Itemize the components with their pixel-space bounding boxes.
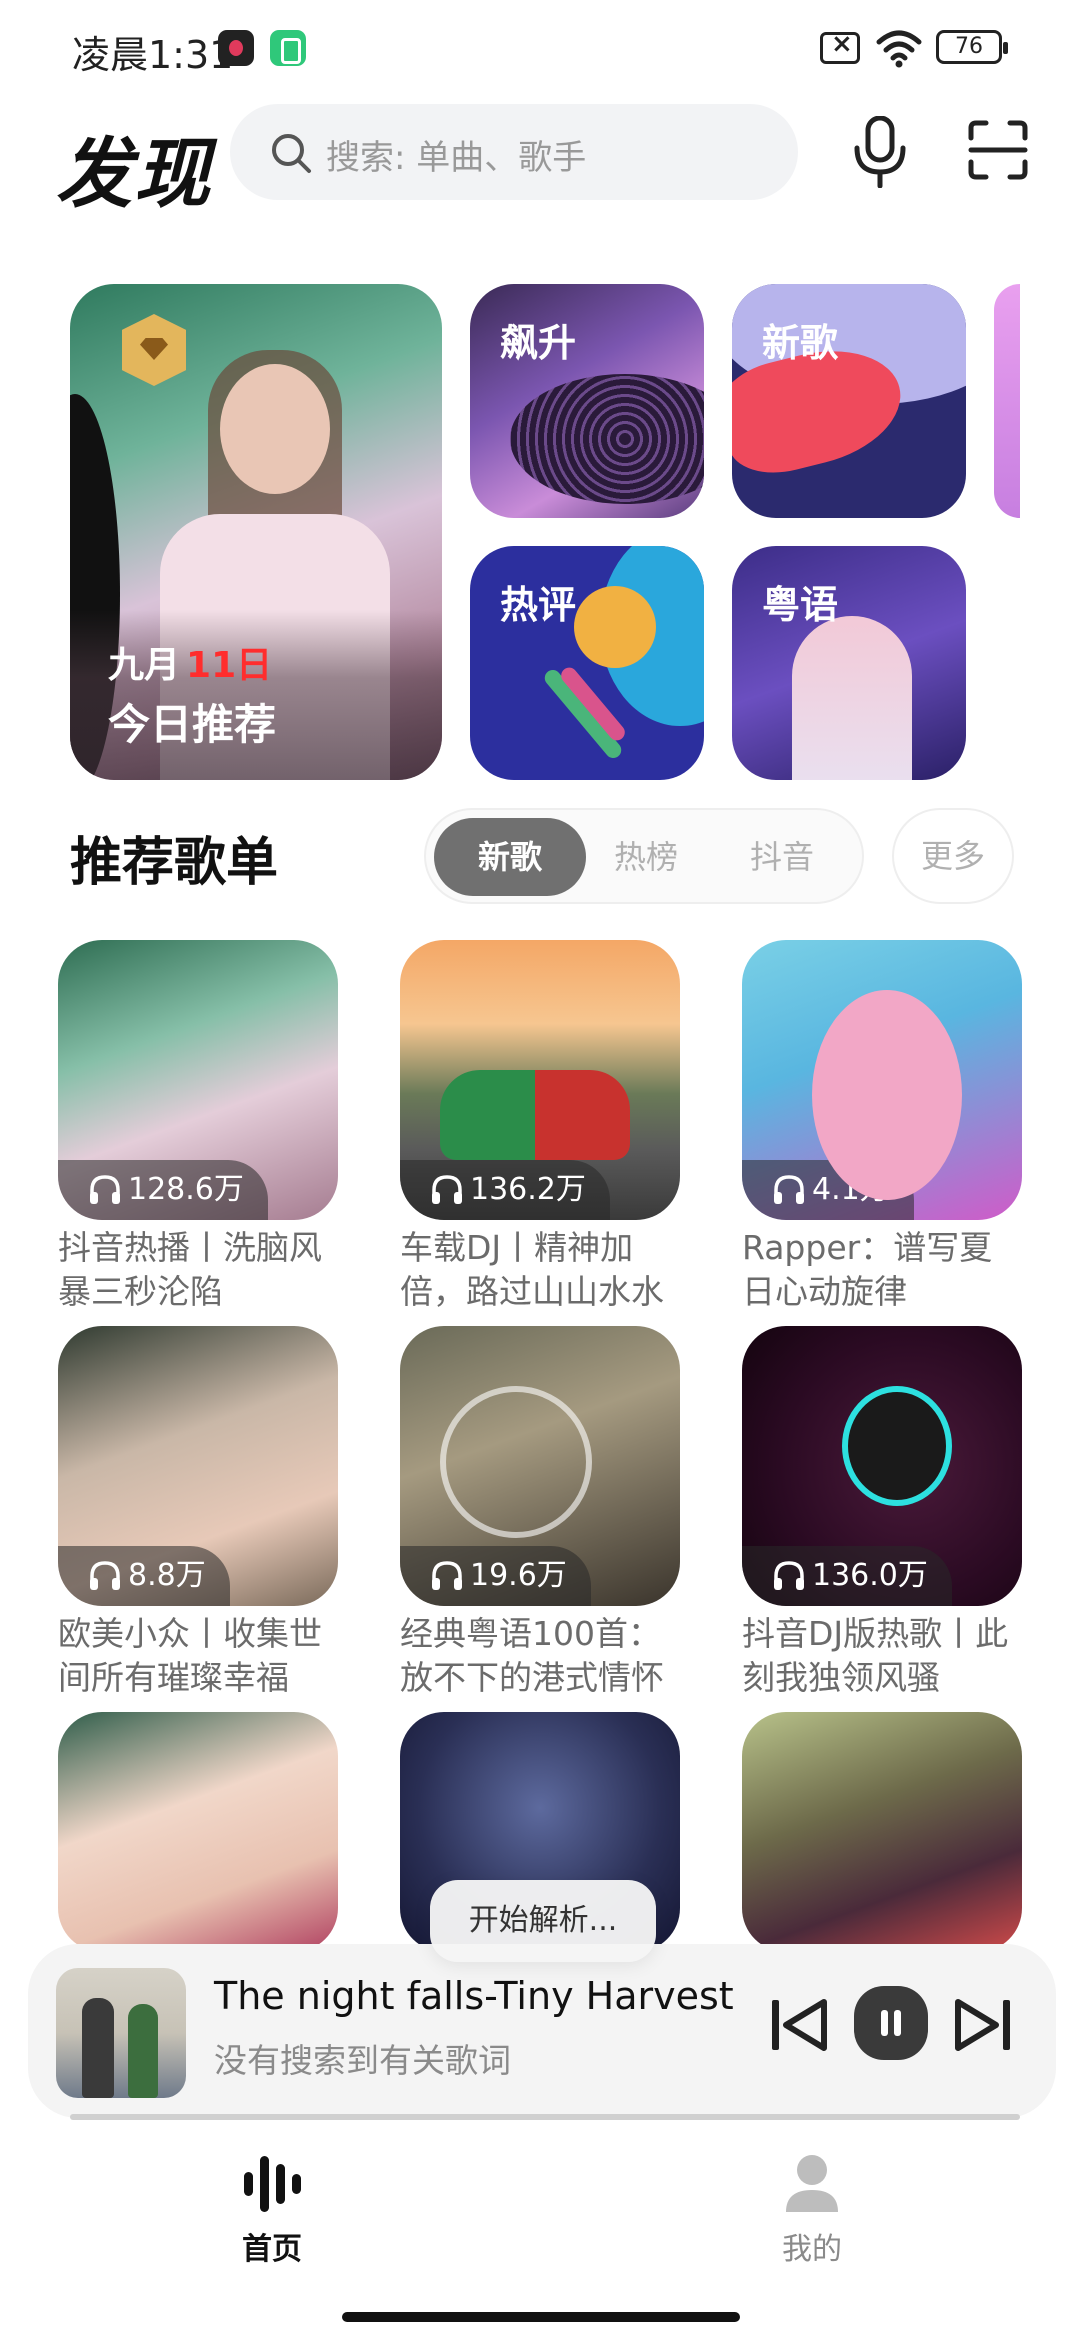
playlist-cover (58, 1712, 338, 1952)
play-count: 136.0万 (742, 1546, 952, 1606)
home-equalizer-icon (244, 2156, 301, 2212)
playlist-cover (742, 1712, 1022, 1952)
now-playing-cover (56, 1968, 186, 2098)
playlist-card[interactable] (742, 1712, 1022, 1952)
search-icon (272, 134, 311, 173)
headphone-icon (432, 1175, 462, 1204)
playlist-cover: 19.6万 (400, 1326, 680, 1606)
tile-label: 新歌 (762, 321, 839, 365)
daily-date: 九月 11日 (108, 636, 272, 688)
playlist-cover: 136.2万 (400, 940, 680, 1220)
playlist-card[interactable]: 19.6万 经典粤语100首：放不下的港式情怀 (400, 1326, 680, 1700)
tile-label: 热评 (500, 583, 577, 627)
status-bar: 凌晨1:31 76 (0, 0, 1080, 96)
playlist-cover: 128.6万 (58, 940, 338, 1220)
headphone-icon (432, 1561, 462, 1590)
nav-mine[interactable]: 我的 (712, 2150, 912, 2270)
play-count: 4.1万 (742, 1160, 914, 1220)
playlist-cover: 4.1万 (742, 940, 1022, 1220)
tile-cantonese[interactable]: 粤语 (732, 546, 966, 780)
play-count: 136.2万 (400, 1160, 610, 1220)
tile-hot-comments[interactable]: 热评 (470, 546, 704, 780)
daily-recommend-card[interactable]: 九月 11日 今日推荐 (70, 284, 442, 780)
playlist-cover: 8.8万 (58, 1326, 338, 1606)
tile-label: 飙升 (500, 321, 577, 365)
microphone-icon[interactable] (852, 116, 908, 188)
playlist-card[interactable]: 4.1万 Rapper：谱写夏日心动旋律 (742, 940, 1022, 1314)
mini-player[interactable]: The night falls-Tiny Harvest 没有搜索到有关歌词 (28, 1944, 1056, 2118)
more-button[interactable]: 更多 (892, 808, 1014, 904)
headphone-icon (774, 1175, 804, 1204)
tile-label: 粤语 (762, 583, 839, 627)
playlist-card[interactable] (58, 1712, 338, 1952)
previous-track-button[interactable] (768, 1996, 830, 2054)
turntable-image (510, 374, 704, 504)
scan-icon[interactable] (968, 120, 1028, 180)
tile-next-peek[interactable] (994, 284, 1020, 518)
tile-new-songs[interactable]: 新歌 (732, 284, 966, 518)
playback-progress-bar[interactable] (70, 2114, 1020, 2120)
playlist-title: Rapper：谱写夏日心动旋律 (742, 1228, 993, 1311)
playlist-title: 车载DJ丨精神加倍，路过山山水水 (400, 1228, 664, 1311)
app-notification-icon (270, 30, 306, 66)
playlist-title: 抖音DJ版热歌丨此刻我独领风骚 (742, 1614, 1009, 1697)
playlist-card[interactable]: 8.8万 欧美小众丨收集世间所有璀璨幸福 (58, 1326, 338, 1700)
search-input[interactable]: 搜索: 单曲、歌手 (230, 104, 798, 200)
user-profile-icon (786, 2155, 838, 2212)
playlist-title: 抖音热播丨洗脑风暴三秒沦陷 (58, 1228, 322, 1311)
headphone-icon (90, 1175, 120, 1204)
status-time: 凌晨1:31 (72, 33, 234, 77)
no-sim-icon (820, 29, 860, 64)
lyrics-status: 没有搜索到有关歌词 (214, 2041, 511, 2080)
next-track-button[interactable] (952, 1996, 1014, 2054)
headphone-icon (90, 1561, 120, 1590)
tile-rising-chart[interactable]: 飙升 (470, 284, 704, 518)
daily-title: 今日推荐 (108, 700, 277, 749)
playlist-card[interactable]: 128.6万 抖音热播丨洗脑风暴三秒沦陷 (58, 940, 338, 1314)
nav-mine-label: 我的 (782, 2232, 842, 2267)
daily-day: 11日 (186, 645, 273, 686)
toast-message: 开始解析... (430, 1880, 656, 1962)
nav-home[interactable]: 首页 (172, 2150, 372, 2270)
page-title: 发现 (56, 129, 212, 218)
daily-month: 九月 (108, 645, 181, 686)
tab-hot[interactable]: 热榜 (570, 818, 722, 896)
play-count: 128.6万 (58, 1160, 268, 1220)
playlist-title: 欧美小众丨收集世间所有璀璨幸福 (58, 1614, 322, 1697)
section-title: 推荐歌单 (70, 833, 279, 893)
pause-button[interactable] (854, 1986, 928, 2060)
play-count: 8.8万 (58, 1546, 230, 1606)
music-app-notification-icon (218, 30, 254, 66)
playlist-card[interactable]: 136.2万 车载DJ丨精神加倍，路过山山水水 (400, 940, 680, 1314)
nav-home-label: 首页 (242, 2232, 302, 2267)
playlist-title: 经典粤语100首：放不下的港式情怀 (400, 1614, 664, 1697)
battery-indicator: 76 (936, 30, 1008, 64)
search-placeholder: 搜索: 单曲、歌手 (326, 138, 587, 178)
playlist-tab-group: 新歌 热榜 抖音 (424, 808, 864, 904)
playlist-card[interactable]: 136.0万 抖音DJ版热歌丨此刻我独领风骚 (742, 1326, 1022, 1700)
now-playing-title: The night falls-Tiny Harvest (214, 1974, 734, 2018)
tab-new[interactable]: 新歌 (434, 818, 586, 896)
headphone-icon (774, 1561, 804, 1590)
home-indicator[interactable] (342, 2312, 740, 2322)
play-count: 19.6万 (400, 1546, 591, 1606)
wifi-icon (876, 30, 922, 68)
vip-diamond-icon (122, 314, 186, 386)
tab-douyin[interactable]: 抖音 (706, 818, 858, 896)
playlist-cover: 136.0万 (742, 1326, 1022, 1606)
